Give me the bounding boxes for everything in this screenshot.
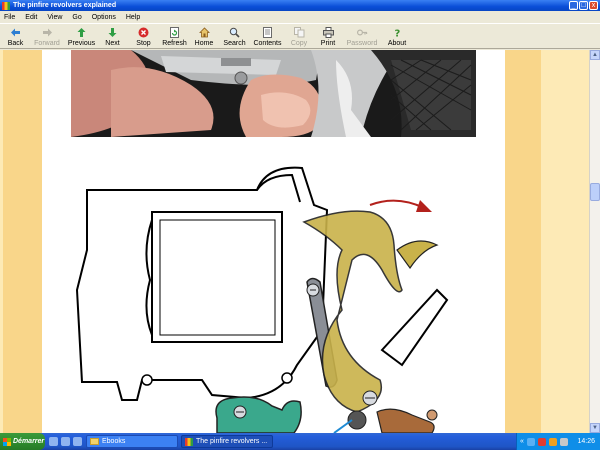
browser-icon xyxy=(185,437,193,446)
home-button[interactable]: Home xyxy=(190,24,218,49)
stop-label: Stop xyxy=(136,40,151,47)
taskbar-item-ebooks[interactable]: Ebooks xyxy=(86,435,178,448)
system-tray: « 14:26 xyxy=(516,433,600,450)
stop-icon xyxy=(138,27,149,38)
help-icon: ? xyxy=(392,27,403,39)
up-arrow-icon xyxy=(76,27,87,38)
forward-button[interactable]: Forward xyxy=(28,24,66,49)
window-title: The pinfire revolvers explained xyxy=(13,2,117,9)
key-icon xyxy=(356,27,368,38)
print-label: Print xyxy=(320,40,336,47)
copy-icon xyxy=(293,27,305,38)
password-button[interactable]: Password xyxy=(342,24,382,49)
page-body xyxy=(42,50,505,433)
folder-icon xyxy=(90,438,99,445)
window-controls: _ □ x xyxy=(569,1,598,10)
app-icon xyxy=(2,1,10,10)
menu-help[interactable]: Help xyxy=(126,14,140,21)
vertical-scrollbar[interactable]: ▲ ▼ xyxy=(589,50,600,433)
menu-bar: File Edit View Go Options Help xyxy=(0,11,600,23)
about-label: About xyxy=(387,40,407,47)
taskbar-item-label: Ebooks xyxy=(102,438,126,445)
contents-button[interactable]: Contents xyxy=(251,24,284,49)
taskbar-item-label: The pinfire revolvers ... xyxy=(196,438,268,445)
quick-launch-icon[interactable] xyxy=(49,437,58,446)
search-button[interactable]: Search xyxy=(218,24,251,49)
forward-arrow-icon xyxy=(42,27,53,38)
down-arrow-icon xyxy=(107,27,118,38)
about-button[interactable]: ? About xyxy=(382,24,412,49)
right-margin-bar xyxy=(505,50,541,433)
next-button[interactable]: Next xyxy=(97,24,128,49)
antivirus-icon[interactable] xyxy=(537,437,546,446)
quick-launch xyxy=(49,437,82,446)
refresh-icon xyxy=(169,27,180,38)
menu-options[interactable]: Options xyxy=(92,14,116,21)
scroll-thumb[interactable] xyxy=(590,183,600,201)
clock[interactable]: 14:26 xyxy=(577,438,595,445)
pointer-line xyxy=(333,419,353,433)
next-label: Next xyxy=(105,40,120,47)
menu-edit[interactable]: Edit xyxy=(25,14,37,21)
search-icon xyxy=(229,27,240,38)
previous-label: Previous xyxy=(67,40,96,47)
back-button[interactable]: Back xyxy=(3,24,28,49)
rotation-arrow xyxy=(369,199,425,209)
trigger-part xyxy=(215,396,302,433)
contents-icon xyxy=(262,27,273,38)
password-label: Password xyxy=(346,40,378,47)
windows-flag-icon xyxy=(3,437,11,446)
refresh-button[interactable]: Refresh xyxy=(159,24,190,49)
menu-file[interactable]: File xyxy=(4,14,15,21)
network-icon[interactable] xyxy=(526,437,535,446)
start-button[interactable]: Démarrer xyxy=(0,433,45,450)
print-icon xyxy=(322,27,334,38)
previous-button[interactable]: Previous xyxy=(66,24,97,49)
close-button[interactable]: x xyxy=(589,1,598,10)
taskbar-item-browser[interactable]: The pinfire revolvers ... xyxy=(181,435,273,448)
maximize-button[interactable]: □ xyxy=(579,1,588,10)
title-bar: The pinfire revolvers explained _ □ x xyxy=(0,0,600,11)
home-icon xyxy=(198,27,210,38)
copy-button[interactable]: Copy xyxy=(284,24,314,49)
tray-expand-button[interactable]: « xyxy=(520,438,524,445)
back-arrow-icon xyxy=(10,27,21,38)
volume-icon[interactable] xyxy=(559,437,568,446)
sear-part xyxy=(376,408,435,433)
mechanism-diagram xyxy=(75,166,449,433)
search-label: Search xyxy=(223,40,246,47)
toolbar: Back Forward Previous Next Stop Refresh … xyxy=(0,23,600,49)
taskbar: Démarrer Ebooks The pinfire revolvers ..… xyxy=(0,433,600,450)
menu-view[interactable]: View xyxy=(47,14,62,21)
menu-go[interactable]: Go xyxy=(72,14,81,21)
forward-label: Forward xyxy=(34,40,60,47)
page-viewport xyxy=(0,50,589,433)
copy-label: Copy xyxy=(290,40,308,47)
quick-launch-icon[interactable] xyxy=(73,437,82,446)
quick-launch-icon[interactable] xyxy=(61,437,70,446)
refresh-label: Refresh xyxy=(162,40,187,47)
cylinder-window xyxy=(151,211,283,343)
revolver-photo xyxy=(71,50,476,137)
left-margin-bar xyxy=(3,50,42,433)
svg-text:?: ? xyxy=(394,29,400,39)
home-label: Home xyxy=(194,40,214,47)
scroll-down-button[interactable]: ▼ xyxy=(590,423,600,433)
scroll-up-button[interactable]: ▲ xyxy=(590,50,600,60)
print-button[interactable]: Print xyxy=(314,24,342,49)
contents-label: Contents xyxy=(253,40,282,47)
firefox-icon[interactable] xyxy=(548,437,557,446)
stop-button[interactable]: Stop xyxy=(128,24,159,49)
minimize-button[interactable]: _ xyxy=(569,1,578,10)
back-label: Back xyxy=(7,40,24,47)
start-label: Démarrer xyxy=(13,438,45,445)
